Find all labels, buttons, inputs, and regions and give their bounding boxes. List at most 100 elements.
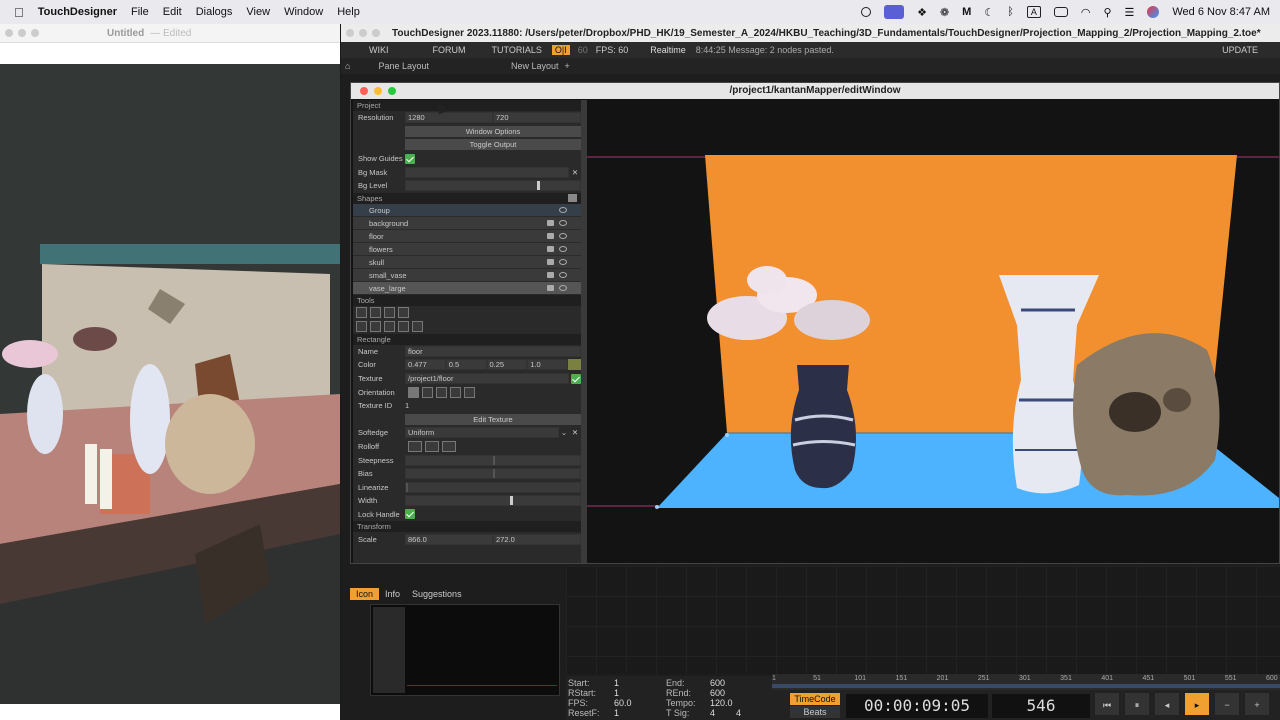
- visibility-icon[interactable]: [559, 206, 567, 213]
- resetf-value[interactable]: 1: [614, 708, 619, 718]
- update-button[interactable]: UPDATE: [1222, 45, 1258, 55]
- bias-handle[interactable]: [493, 469, 495, 479]
- color-r-field[interactable]: 0.477: [405, 359, 446, 371]
- shape-item-floor[interactable]: floor: [353, 229, 581, 243]
- frame-display[interactable]: 546: [992, 694, 1090, 718]
- orient-rot90-icon[interactable]: [422, 386, 433, 398]
- scale-y-field[interactable]: 272.0: [493, 533, 581, 545]
- edit-minimize-button[interactable]: [374, 87, 382, 95]
- linearize-handle[interactable]: [406, 482, 408, 492]
- resolution-height-field[interactable]: 720: [493, 112, 581, 124]
- menu-dialogs[interactable]: Dialogs: [196, 6, 233, 18]
- home-icon[interactable]: ⌂: [345, 61, 350, 71]
- close-button[interactable]: [5, 29, 13, 37]
- orient-normal-icon[interactable]: [408, 386, 419, 398]
- lock-handle-checkbox[interactable]: [405, 509, 415, 520]
- visibility-icon[interactable]: [559, 245, 567, 252]
- width-slider[interactable]: [405, 495, 581, 507]
- timecode-mode-button[interactable]: TimeCode: [790, 693, 840, 705]
- shape-item-background[interactable]: background: [353, 216, 581, 230]
- screen-share-icon[interactable]: [884, 5, 905, 19]
- realtime-toggle[interactable]: Realtime: [650, 45, 686, 55]
- menubar-app-name[interactable]: TouchDesigner: [38, 6, 117, 18]
- wifi-icon[interactable]: ◠: [1081, 6, 1091, 19]
- rstart-value[interactable]: 1: [614, 688, 619, 698]
- linearize-slider[interactable]: [405, 481, 581, 493]
- select-tool-icon[interactable]: [356, 307, 367, 319]
- menu-edit[interactable]: Edit: [163, 6, 182, 18]
- polygon-tool-icon[interactable]: [398, 307, 409, 319]
- tutorials-link[interactable]: TUTORIALS: [492, 45, 542, 55]
- menu-help[interactable]: Help: [337, 6, 360, 18]
- texture-id-value[interactable]: 1: [405, 401, 409, 410]
- columns-tool-icon[interactable]: [398, 321, 409, 333]
- camera-icon[interactable]: [547, 219, 554, 226]
- timecode-display[interactable]: 00:00:09:05: [846, 694, 988, 718]
- rewind-button[interactable]: ⏮: [1094, 692, 1120, 716]
- tempo-value[interactable]: 120.0: [710, 698, 733, 708]
- resolution-width-field[interactable]: 1280: [405, 112, 493, 124]
- siri-icon[interactable]: [1147, 6, 1160, 18]
- zoom-in-button[interactable]: +: [1244, 692, 1270, 716]
- perform-badge[interactable]: O|I: [551, 45, 570, 55]
- visibility-icon[interactable]: [559, 232, 567, 239]
- zoom-out-button[interactable]: −: [1214, 692, 1240, 716]
- name-field[interactable]: floor: [405, 345, 581, 357]
- color-b-field[interactable]: 0.25: [486, 359, 528, 371]
- rolloff-smooth-icon[interactable]: [425, 441, 439, 453]
- orient-flip-icon[interactable]: [464, 386, 475, 398]
- tsig-numerator[interactable]: 4: [710, 708, 715, 718]
- control-center-icon[interactable]: ☰: [1125, 6, 1135, 19]
- steepness-handle[interactable]: [493, 455, 495, 465]
- end-value[interactable]: 600: [710, 678, 725, 688]
- steepness-slider[interactable]: [405, 454, 581, 466]
- bezier-tool-icon[interactable]: [412, 321, 423, 333]
- edit-texture-button[interactable]: Edit Texture: [405, 413, 581, 425]
- rows-tool-icon[interactable]: [384, 321, 395, 333]
- pause-button[interactable]: ⏸: [1124, 692, 1150, 716]
- tsig-denominator[interactable]: 4: [736, 708, 741, 718]
- wiki-link[interactable]: WIKI: [369, 45, 389, 55]
- bg-level-handle[interactable]: [536, 181, 540, 191]
- rolloff-linear-icon[interactable]: [408, 441, 422, 453]
- color-swatch[interactable]: [568, 359, 581, 371]
- td-zoom-button[interactable]: [372, 29, 380, 37]
- visibility-icon[interactable]: [559, 258, 567, 265]
- scale-x-field[interactable]: 866.0: [405, 533, 493, 545]
- menu-view[interactable]: View: [246, 6, 270, 18]
- rectangle-tool-icon[interactable]: [384, 307, 395, 319]
- point-tool-icon[interactable]: [370, 307, 381, 319]
- orient-rot180-icon[interactable]: [436, 386, 447, 398]
- texture-field[interactable]: /project1/floor: [405, 373, 569, 385]
- fps-value[interactable]: 60.0: [614, 698, 632, 708]
- mesh-tool-icon[interactable]: [370, 321, 381, 333]
- visibility-icon[interactable]: [559, 284, 567, 291]
- camera-icon[interactable]: [547, 258, 554, 265]
- camera-icon[interactable]: [547, 284, 554, 291]
- bias-slider[interactable]: [405, 468, 581, 480]
- record-icon[interactable]: [861, 7, 872, 17]
- zoom-button[interactable]: [31, 29, 39, 37]
- orient-rot270-icon[interactable]: [450, 386, 461, 398]
- add-layout-icon[interactable]: +: [565, 61, 570, 71]
- fps-target[interactable]: 60: [578, 45, 588, 55]
- menu-file[interactable]: File: [131, 6, 149, 18]
- edit-zoom-button[interactable]: [388, 87, 396, 95]
- shape-item-skull[interactable]: skull: [353, 255, 581, 269]
- input-source-icon[interactable]: A: [1026, 6, 1041, 18]
- chevron-down-icon[interactable]: ⌄: [559, 428, 569, 437]
- network-editor[interactable]: [566, 566, 1280, 674]
- search-icon[interactable]: ⚲: [1103, 6, 1111, 19]
- skull-shape[interactable]: [1073, 333, 1220, 496]
- softedge-clear-icon[interactable]: ✕: [569, 428, 581, 437]
- shape-item-flowers[interactable]: flowers: [353, 242, 581, 256]
- td-close-button[interactable]: [346, 29, 354, 37]
- malwarebytes-icon[interactable]: M: [962, 6, 971, 18]
- play-button[interactable]: ▸: [1184, 692, 1210, 716]
- tab-info[interactable]: Info: [379, 588, 406, 600]
- visibility-icon[interactable]: [559, 271, 567, 278]
- bg-mask-clear-icon[interactable]: ✕: [569, 168, 581, 177]
- visibility-icon[interactable]: [559, 219, 567, 226]
- edit-close-button[interactable]: [360, 87, 368, 95]
- forum-link[interactable]: FORUM: [433, 45, 466, 55]
